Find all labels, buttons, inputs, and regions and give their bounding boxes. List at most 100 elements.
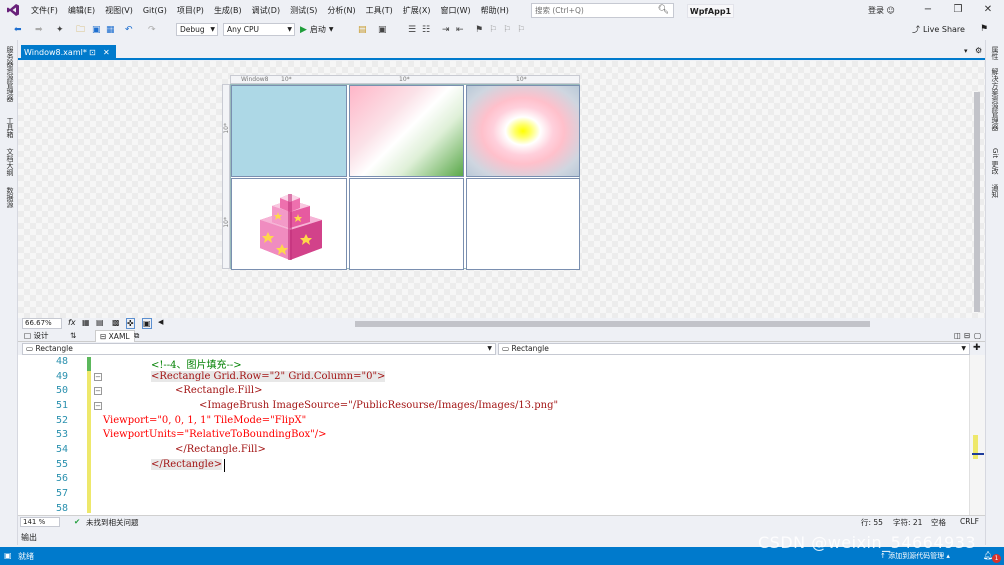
- document-outline-tab[interactable]: 文档大纲: [5, 148, 15, 176]
- code-line[interactable]: <ImageBrush ImageSource="/PublicResourse…: [199, 400, 558, 411]
- line-indicator[interactable]: 行: 55: [861, 517, 883, 528]
- whitespace-indicator[interactable]: 空格: [931, 517, 946, 528]
- tab-design[interactable]: □ 设计: [24, 330, 48, 341]
- browse-icon[interactable]: ▤: [358, 23, 367, 37]
- snap-grid-icon[interactable]: ▤: [96, 318, 104, 327]
- toolbox-tab[interactable]: 工具箱: [5, 117, 15, 138]
- grid-cell-image-fill[interactable]: [231, 178, 347, 270]
- editor-vertical-scrollbar[interactable]: [969, 355, 985, 515]
- snap-lines-icon[interactable]: ✜: [126, 318, 135, 329]
- column-width-label[interactable]: 10*: [399, 76, 410, 83]
- save-all-icon[interactable]: ▦: [106, 23, 115, 37]
- new-project-icon[interactable]: ✦: [56, 23, 64, 37]
- row-height-label[interactable]: 10*: [223, 217, 230, 228]
- expand-icon[interactable]: ✚: [973, 343, 981, 353]
- menu-item-build[interactable]: 生成(B): [209, 4, 247, 18]
- fold-toggle[interactable]: −: [94, 387, 102, 395]
- element-selector-right[interactable]: ▭ Rectangle ▼: [498, 343, 970, 355]
- grid-toggle-icon[interactable]: ▦: [82, 318, 90, 327]
- menu-item-file[interactable]: 文件(F): [26, 4, 63, 18]
- back-icon[interactable]: ⬅: [14, 23, 22, 37]
- minimize-icon[interactable]: −: [916, 3, 940, 17]
- live-share-button[interactable]: ⤴ Live Share: [912, 24, 965, 35]
- outdent-icon[interactable]: ⇤: [456, 23, 464, 37]
- menu-item-project[interactable]: 项目(P): [172, 4, 209, 18]
- tab-xaml[interactable]: ⊟ XAML: [95, 330, 135, 342]
- output-tab[interactable]: 输出: [21, 532, 37, 543]
- code-line[interactable]: </Rectangle>: [151, 459, 223, 470]
- feedback-icon[interactable]: ⚑: [980, 24, 988, 34]
- menu-item-test[interactable]: 测试(S): [285, 4, 322, 18]
- bookmark-prev-icon[interactable]: ⚐: [489, 23, 497, 37]
- settings-gear-icon[interactable]: ⚙: [975, 46, 982, 55]
- add-to-source-control[interactable]: ↑ 添加到源代码管理 ▴: [880, 551, 950, 561]
- device-preview-icon[interactable]: ▣: [142, 318, 152, 329]
- code-line[interactable]: Viewport="0, 0, 1, 1" TileMode="FlipX": [103, 415, 306, 426]
- close-icon[interactable]: ✕: [976, 3, 1000, 17]
- editor-zoom-select[interactable]: 141 %: [20, 517, 60, 527]
- fold-toggle[interactable]: −: [94, 373, 102, 381]
- designer-scroll-thumb[interactable]: [974, 92, 980, 312]
- pin-icon[interactable]: ⊡: [89, 45, 96, 60]
- line-ending-indicator[interactable]: CRLF: [960, 517, 979, 526]
- menu-item-edit[interactable]: 编辑(E): [63, 4, 100, 18]
- grid-cell-lightblue[interactable]: [231, 85, 347, 177]
- fx-icon[interactable]: fx: [68, 318, 76, 327]
- code-line[interactable]: </Rectangle.Fill>: [175, 444, 266, 455]
- horizontal-split-icon[interactable]: ⊟: [964, 330, 970, 341]
- grid-cell-radial-gradient[interactable]: [466, 85, 580, 177]
- bookmark-icon[interactable]: ⚑: [475, 23, 483, 37]
- forward-icon[interactable]: ➡: [35, 23, 43, 37]
- popout-xaml-icon[interactable]: ⧉: [134, 330, 139, 341]
- document-tab[interactable]: Window8.xaml* ⊡ ✕: [21, 45, 116, 60]
- designer-horizontal-scrollbar[interactable]: [355, 321, 870, 327]
- grid-cell-linear-gradient[interactable]: [349, 85, 464, 177]
- start-button[interactable]: ▶ 启动 ▼: [300, 24, 334, 35]
- collapse-pane-icon[interactable]: ▢: [974, 330, 981, 341]
- menu-item-analyze[interactable]: 分析(N): [322, 4, 360, 18]
- indent-icon[interactable]: ⇥: [442, 23, 450, 37]
- grid-cell-empty[interactable]: [349, 178, 464, 270]
- menu-item-help[interactable]: 帮助(H): [476, 4, 514, 18]
- code-line[interactable]: <Rectangle.Fill>: [175, 385, 262, 396]
- server-explorer-tab[interactable]: 服务器资源管理器: [5, 46, 15, 102]
- solution-explorer-tab[interactable]: 解决方案资源管理器: [990, 68, 1000, 131]
- scroll-left-icon[interactable]: ◀: [158, 318, 163, 326]
- open-folder-icon[interactable]: 🗀: [76, 23, 85, 37]
- vertical-split-icon[interactable]: ◫: [954, 330, 961, 341]
- char-indicator[interactable]: 字符: 21: [893, 517, 922, 528]
- align-icon[interactable]: ☰: [408, 23, 416, 37]
- code-line-comment[interactable]: <!--4、图片填充-->: [151, 356, 242, 371]
- xaml-code-editor[interactable]: − − − 48 49 50 51 52 53 54 55 56 57 58 <…: [18, 355, 973, 515]
- screenshot-icon[interactable]: ▣: [378, 23, 387, 37]
- data-sources-tab[interactable]: 数据源: [5, 187, 15, 208]
- designer-vertical-scrollbar[interactable]: [973, 70, 981, 318]
- code-line[interactable]: <Rectangle Grid.Row="2" Grid.Column="0">: [151, 371, 386, 382]
- config-select[interactable]: Debug ▼: [176, 23, 218, 36]
- restore-icon[interactable]: ❒: [946, 3, 970, 17]
- row-height-label[interactable]: 10*: [223, 123, 230, 134]
- issues-status[interactable]: 未找到相关问题: [86, 517, 139, 528]
- tab-list-dropdown-icon[interactable]: ▾: [964, 47, 968, 55]
- undo-icon[interactable]: ↶: [125, 23, 133, 37]
- menu-item-tools[interactable]: 工具(T): [361, 4, 398, 18]
- redo-icon[interactable]: ↷: [148, 23, 156, 37]
- grid-cell-empty[interactable]: [466, 178, 580, 270]
- close-tab-icon[interactable]: ✕: [103, 45, 110, 60]
- artboard-icon[interactable]: ▩: [112, 318, 120, 327]
- column-width-label[interactable]: 10*: [516, 76, 527, 83]
- layout-icon[interactable]: ☷: [422, 23, 430, 37]
- platform-select[interactable]: Any CPU ▼: [223, 23, 295, 36]
- window-canvas[interactable]: [230, 84, 580, 270]
- bookmark-clear-icon[interactable]: ⚐: [517, 23, 525, 37]
- element-selector-left[interactable]: ▭ Rectangle ▼: [22, 343, 496, 355]
- search-input[interactable]: 搜索 (Ctrl+Q) 🔍︎: [531, 3, 674, 18]
- bookmark-next-icon[interactable]: ⚐: [503, 23, 511, 37]
- git-changes-tab[interactable]: Git 更改: [990, 148, 1000, 174]
- properties-tab[interactable]: 属性: [990, 46, 1000, 60]
- notifications-tab[interactable]: 通知: [990, 184, 1000, 198]
- zoom-select[interactable]: 66.67%: [22, 318, 62, 329]
- save-icon[interactable]: ▣: [92, 23, 101, 37]
- menu-item-view[interactable]: 视图(V): [100, 4, 138, 18]
- visual-studio-logo-icon[interactable]: [6, 3, 20, 17]
